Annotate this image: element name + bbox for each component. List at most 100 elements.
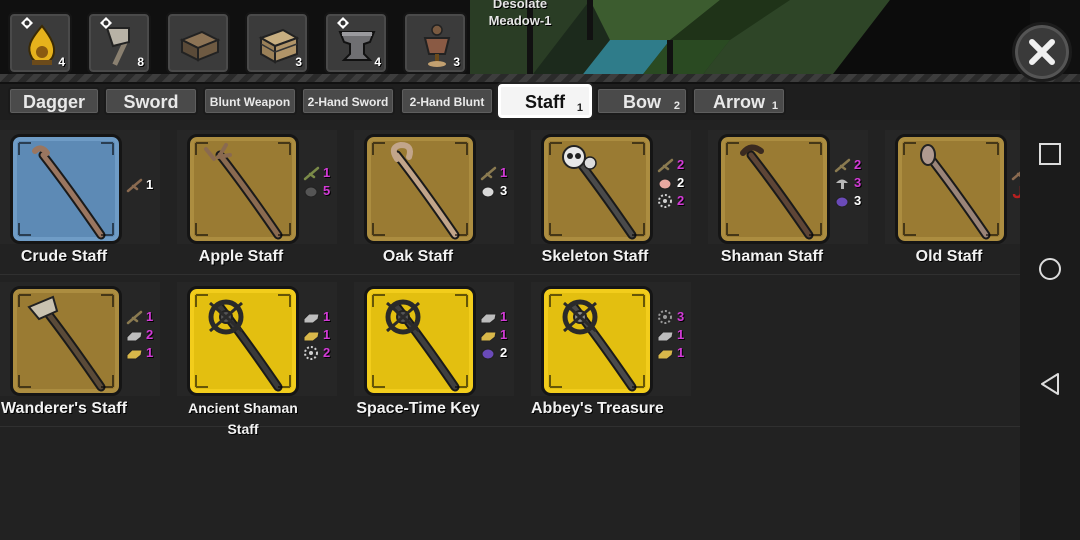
tab-2-hand-blunt[interactable]: 2-Hand Blunt [400, 87, 494, 115]
ingredient-count: 1 [500, 165, 508, 180]
station-count: 3 [295, 55, 302, 69]
recipe-item[interactable]: 2 2 2 Skeleton Staff [531, 126, 707, 276]
item-frame[interactable] [187, 134, 299, 244]
ingredient-row: 2 [657, 174, 707, 191]
item-frame[interactable] [187, 286, 299, 396]
mushroom-icon [836, 179, 848, 189]
tab-sword[interactable]: Sword [104, 87, 198, 115]
station-campfire[interactable]: 4 [8, 12, 72, 74]
stone-workbench-icon [179, 30, 221, 62]
ingredient-count: 3 [677, 309, 685, 324]
tab-blunt-weapon[interactable]: Blunt Weapon [203, 87, 297, 115]
recents-square-icon[interactable] [1038, 142, 1062, 166]
recipe-item[interactable]: 1 Crude Staff [0, 126, 176, 276]
station-anvil[interactable]: 4 [324, 12, 388, 74]
abbeys-treasure-icon [549, 294, 645, 392]
gold-ingot-icon [303, 331, 320, 342]
item-frame[interactable] [364, 134, 476, 244]
ingredient-count: 3 [854, 193, 862, 208]
oak-staff-icon [372, 141, 468, 240]
ingredient-count: 2 [146, 327, 154, 342]
item-frame[interactable] [718, 134, 830, 244]
gear-icon [658, 310, 672, 324]
ingredient-count: 1 [146, 309, 154, 324]
stick-icon [126, 178, 143, 193]
ingredient-row: 1 [480, 308, 530, 325]
oak-branch-icon [126, 310, 143, 325]
decorative-ribbon [0, 74, 1080, 84]
brain-icon [658, 178, 672, 190]
skeleton-staff-icon [549, 142, 645, 240]
station-wood-bench[interactable]: 3 [245, 12, 309, 74]
ingredient-row: 1 [657, 344, 707, 361]
ingredient-row: 1 [480, 164, 530, 181]
ingredient-count: 1 [500, 327, 508, 342]
recipe-item[interactable]: 1 3 Oak Staff [354, 126, 530, 276]
recipe-item[interactable]: 1 1 2 Space-Time Key [354, 278, 530, 428]
item-frame[interactable] [541, 286, 653, 396]
back-triangle-icon[interactable] [1038, 372, 1062, 396]
recipe-item[interactable]: 3 1 1 Abbey's Treasure [531, 278, 707, 428]
flint-icon [481, 186, 495, 198]
tab-arrow[interactable]: Arrow 1 [692, 87, 786, 115]
station-armor[interactable]: 3 [403, 12, 467, 74]
ingredient-row: 1 [126, 308, 176, 325]
ancient-shaman-staff-icon [195, 294, 291, 392]
ingredient-row: 1 [480, 326, 530, 343]
item-name: Old Staff [915, 248, 983, 265]
ingredient-row: 1 [126, 176, 176, 193]
ingredient-row: 2 [303, 344, 353, 361]
ingredient-count: 1 [677, 327, 685, 342]
station-stone-bench[interactable] [166, 12, 230, 74]
item-name: Wanderer's Staff [1, 400, 127, 417]
recipe-item[interactable]: 1 1 2 Ancient Shaman Staff [177, 278, 353, 437]
tab-dagger[interactable]: Dagger [8, 87, 100, 115]
tab-label: Sword [123, 92, 179, 112]
home-circle-icon[interactable] [1038, 257, 1062, 281]
tab-bow[interactable]: Bow 2 [596, 87, 688, 115]
recipe-item[interactable]: 1 5 Apple Staff [177, 126, 353, 276]
ingredient-row: 2 [480, 344, 530, 361]
badge-icon [21, 17, 33, 29]
station-count: 8 [137, 55, 144, 69]
item-name: Ancient Shaman Staff [188, 400, 298, 437]
ingredient-count: 2 [677, 175, 685, 190]
tab-count: 2 [673, 100, 680, 112]
ingredient-count: 3 [500, 183, 508, 198]
ingredient-row: 3 [834, 174, 884, 191]
tab-label: 2-Hand Blunt [409, 95, 485, 109]
tab-2-hand-sword[interactable]: 2-Hand Sword [301, 87, 395, 115]
ingredient-row: 3 [834, 192, 884, 209]
item-name: Abbey's Treasure [531, 400, 664, 417]
station-axe[interactable]: 8 [87, 12, 151, 74]
ingredient-row: 2 [657, 192, 707, 209]
tab-label: Staff [525, 92, 565, 112]
old-staff-icon [903, 142, 999, 240]
ingredient-count: 2 [500, 345, 508, 360]
item-frame[interactable] [895, 134, 1007, 244]
station-count: 3 [453, 55, 460, 69]
item-frame[interactable] [364, 286, 476, 396]
item-frame[interactable] [541, 134, 653, 244]
ingredient-row: 5 [303, 182, 353, 199]
recipe-item[interactable]: 2 3 3 Shaman Staff [708, 126, 884, 276]
system-nav-bar [1020, 84, 1080, 540]
recipe-item[interactable]: 1 2 1 Wanderer's Staff [0, 278, 176, 428]
iron-ingot-icon [480, 313, 497, 324]
tab-label: Dagger [22, 92, 85, 112]
badge-icon [337, 17, 349, 29]
berry-icon [481, 348, 495, 360]
item-frame[interactable] [10, 286, 122, 396]
item-name: Space-Time Key [356, 400, 480, 417]
top-bar: Desolate Meadow-1 4 8 3 4 3 [0, 0, 1080, 78]
tab-staff[interactable]: Staff 1 [498, 84, 592, 118]
item-name: Skeleton Staff [541, 248, 649, 265]
close-button[interactable] [1012, 22, 1072, 82]
ingredient-count: 1 [323, 165, 331, 180]
oak-branch-icon [480, 166, 497, 181]
item-frame[interactable] [10, 134, 122, 244]
item-name: Apple Staff [198, 248, 284, 265]
ingredient-count: 1 [500, 309, 508, 324]
iron-ingot-icon [657, 331, 674, 342]
ingredient-count: 2 [323, 345, 331, 360]
